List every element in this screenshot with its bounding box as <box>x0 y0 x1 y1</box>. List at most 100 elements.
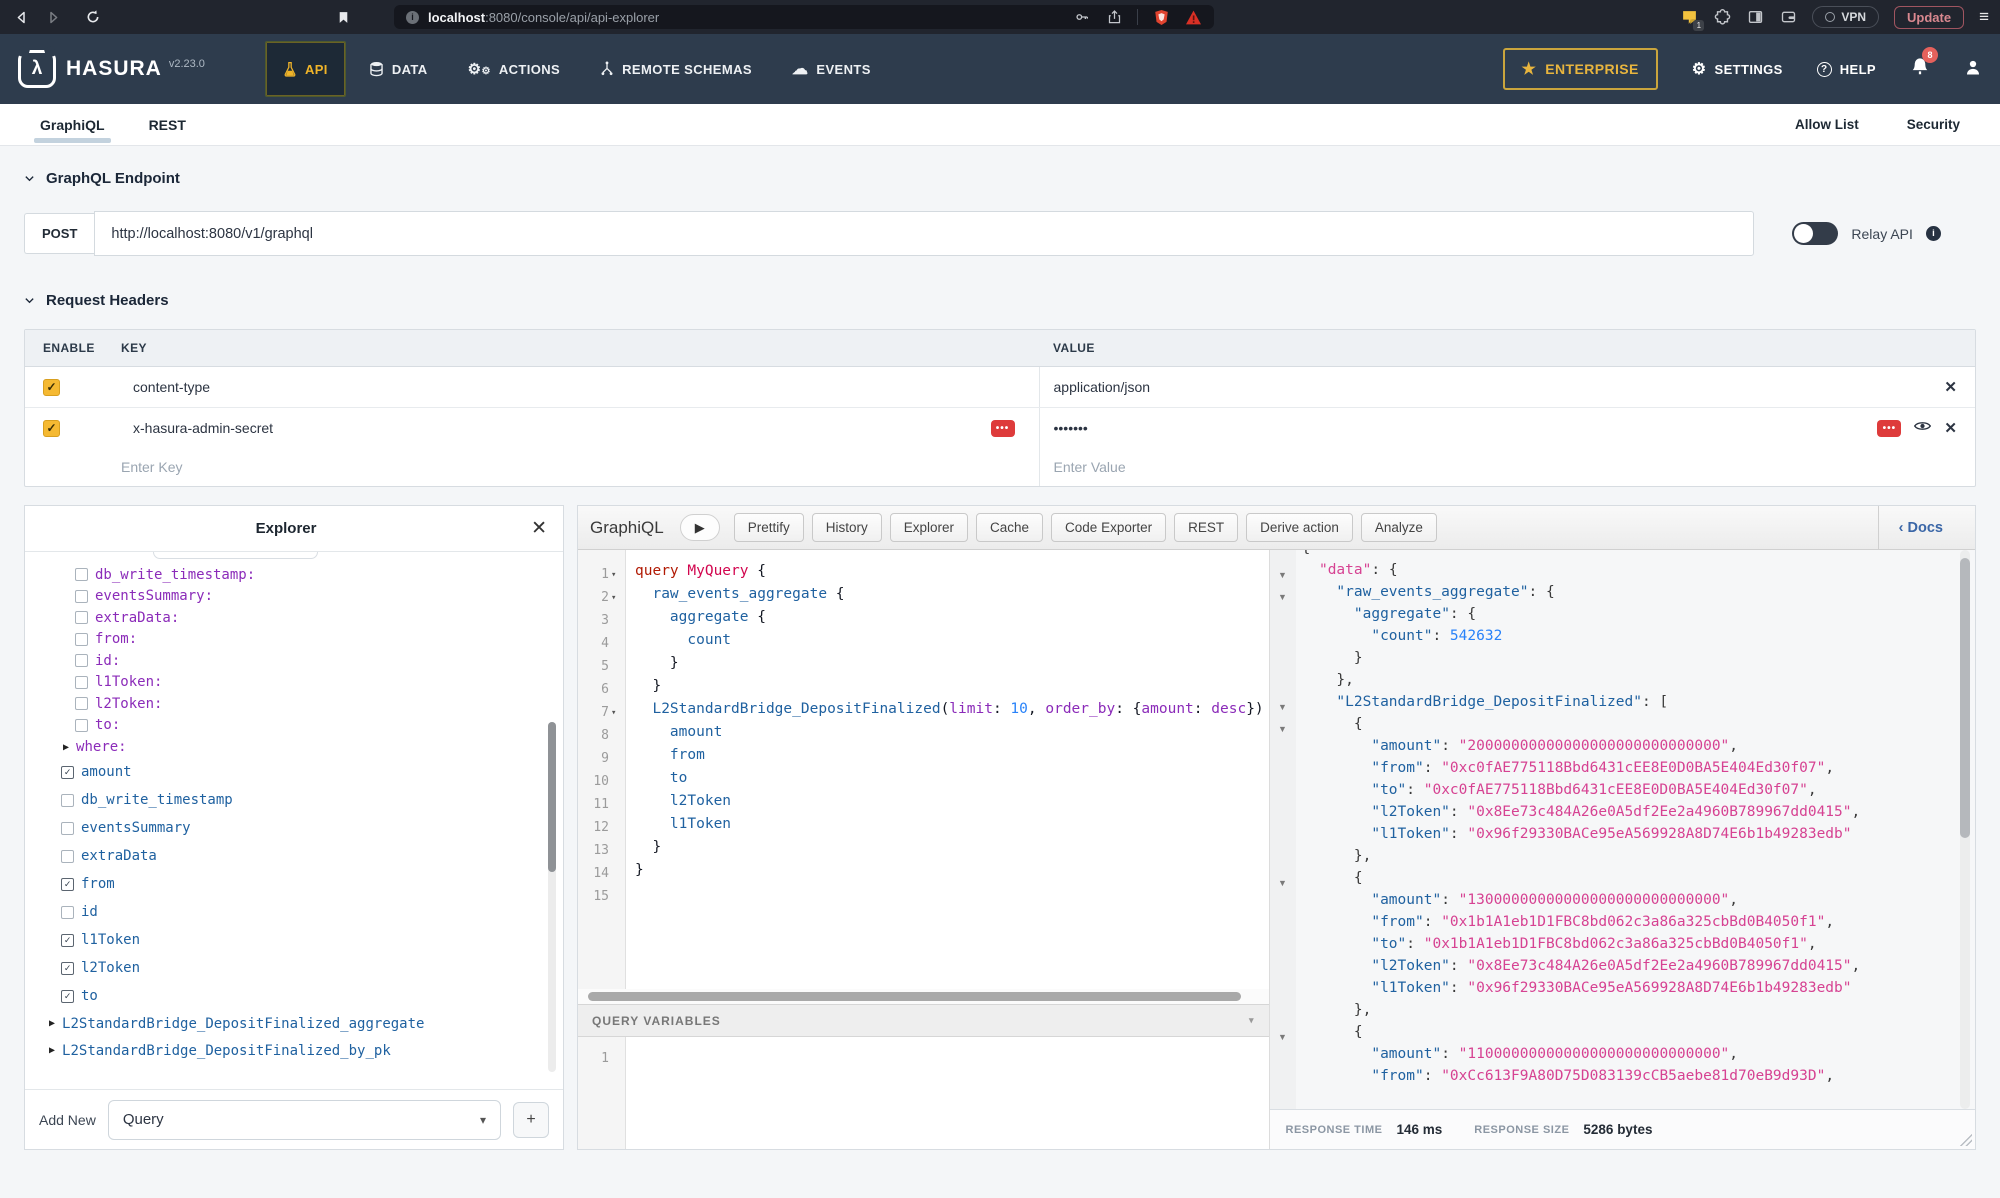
explorer-field[interactable]: ✓from <box>39 870 563 898</box>
brave-shield-icon[interactable] <box>1152 8 1170 26</box>
allow-list-link[interactable]: Allow List <box>1795 117 1859 132</box>
explorer-argument[interactable]: l1Token: <box>39 672 563 694</box>
checkbox-icon[interactable] <box>75 590 88 603</box>
header-value-input[interactable]: ••••••• <box>1054 420 1088 436</box>
header-value-input[interactable]: application/json <box>1054 379 1151 395</box>
header-enabled-checkbox[interactable]: ✓ <box>43 379 60 396</box>
explorer-field[interactable]: eventsSummary <box>39 814 563 842</box>
explorer-field[interactable]: id <box>39 898 563 926</box>
fold-icon[interactable]: ▼ <box>1270 1026 1296 1048</box>
query-editor[interactable]: 1▾2▾3 4 5 6 7▾8 9 10 11 12 13 14 15 quer… <box>578 550 1269 989</box>
back-icon[interactable] <box>12 8 30 26</box>
toolbar-button-rest[interactable]: REST <box>1174 513 1238 542</box>
hasura-logo[interactable]: λ <box>18 50 56 88</box>
close-icon[interactable]: ✕ <box>531 517 547 540</box>
remove-header-icon[interactable]: ✕ <box>1944 419 1957 437</box>
nav-tab-events[interactable]: ☁ EVENTS <box>775 34 888 104</box>
checkbox-icon[interactable]: ✓ <box>61 990 74 1003</box>
toolbar-button-history[interactable]: History <box>812 513 882 542</box>
explorer-argument-where[interactable]: ▶where: <box>39 736 563 758</box>
nav-tab-api[interactable]: API <box>265 41 346 97</box>
explorer-field[interactable]: ✓l2Token <box>39 954 563 982</box>
security-link[interactable]: Security <box>1907 117 1960 132</box>
checkbox-icon[interactable]: ✓ <box>61 878 74 891</box>
wallet-icon[interactable] <box>1779 8 1797 26</box>
checkbox-icon[interactable] <box>75 654 88 667</box>
notifications-button[interactable]: 8 <box>1910 56 1930 82</box>
toolbar-button-derive-action[interactable]: Derive action <box>1246 513 1353 542</box>
add-operation-button[interactable]: + <box>513 1102 549 1138</box>
nav-tab-data[interactable]: DATA <box>352 34 445 104</box>
checkbox-icon[interactable] <box>75 719 88 732</box>
fold-icon[interactable]: ▾ <box>611 593 621 603</box>
explorer-argument[interactable]: extraData: <box>39 607 563 629</box>
explorer-argument[interactable]: to: <box>39 715 563 737</box>
explorer-field[interactable]: ✓to <box>39 982 563 1010</box>
header-key-input[interactable]: Enter Key <box>121 459 182 475</box>
fold-icon[interactable]: ▼ <box>1270 718 1296 740</box>
sidebar-icon[interactable] <box>1746 8 1764 26</box>
fold-icon[interactable]: ▾ <box>611 708 621 718</box>
toolbar-button-cache[interactable]: Cache <box>976 513 1043 542</box>
checkbox-icon[interactable]: ✓ <box>61 766 74 779</box>
fold-icon[interactable]: ▼ <box>1270 586 1296 608</box>
checkbox-icon[interactable] <box>75 568 88 581</box>
fold-icon[interactable]: ▼ <box>1270 564 1296 586</box>
explorer-argument[interactable]: eventsSummary: <box>39 586 563 608</box>
query-variables-editor[interactable]: 1 <box>578 1037 1269 1149</box>
header-key-input[interactable]: x-hasura-admin-secret <box>133 420 273 436</box>
graphql-endpoint-input[interactable]: http://localhost:8080/v1/graphql <box>94 211 1754 256</box>
explorer-argument[interactable]: db_write_timestamp: <box>39 564 563 586</box>
response-viewer[interactable]: { "data": { "raw_events_aggregate": { "a… <box>1296 550 1976 1109</box>
toolbar-button-code-exporter[interactable]: Code Exporter <box>1051 513 1166 542</box>
explorer-field[interactable]: ✓l1Token <box>39 926 563 954</box>
vpn-button[interactable]: VPN <box>1812 6 1879 28</box>
bookmark-icon[interactable] <box>334 8 352 26</box>
fold-icon[interactable]: ▾ <box>611 570 621 580</box>
explorer-field[interactable]: db_write_timestamp <box>39 786 563 814</box>
toolbar-button-prettify[interactable]: Prettify <box>734 513 804 542</box>
operation-type-select[interactable]: Query ▾ <box>108 1100 501 1140</box>
checkbox-icon[interactable] <box>75 611 88 624</box>
settings-button[interactable]: ⚙ SETTINGS <box>1692 59 1783 79</box>
explorer-collapsed-field[interactable]: ▶L2StandardBridge_DepositFinalized_aggre… <box>39 1010 563 1037</box>
menu-icon[interactable]: ≡ <box>1979 7 1988 27</box>
info-icon[interactable]: i <box>1926 226 1941 241</box>
checkbox-icon[interactable] <box>61 822 74 835</box>
toolbar-button-explorer[interactable]: Explorer <box>890 513 968 542</box>
docs-button[interactable]: ‹ Docs <box>1878 506 1963 549</box>
header-value-input[interactable]: Enter Value <box>1054 459 1126 475</box>
profile-button[interactable] <box>1964 58 1982 81</box>
notes-extension-icon[interactable]: 1 <box>1680 8 1698 26</box>
extensions-icon[interactable] <box>1713 8 1731 26</box>
resize-handle[interactable]: ▾ <box>1249 1015 1255 1026</box>
checkbox-icon[interactable] <box>75 697 88 710</box>
explorer-argument[interactable]: id: <box>39 650 563 672</box>
checkbox-icon[interactable]: ✓ <box>61 934 74 947</box>
fold-icon[interactable]: ▼ <box>1270 696 1296 718</box>
key-icon[interactable] <box>1073 8 1091 26</box>
forward-icon[interactable] <box>44 8 62 26</box>
resize-corner[interactable] <box>1960 1134 1972 1146</box>
request-headers-section-header[interactable]: Request Headers <box>24 292 1976 309</box>
explorer-field[interactable]: extraData <box>39 842 563 870</box>
checkbox-icon[interactable]: ✓ <box>61 962 74 975</box>
explorer-argument[interactable]: l2Token: <box>39 693 563 715</box>
update-button[interactable]: Update <box>1894 6 1964 29</box>
execute-query-button[interactable]: ▶ <box>680 514 720 541</box>
response-scrollbar-thumb[interactable] <box>1960 558 1970 838</box>
checkbox-icon[interactable] <box>75 633 88 646</box>
address-bar[interactable]: i localhost:8080/console/api/api-explore… <box>394 5 1214 29</box>
horizontal-scrollbar[interactable] <box>578 989 1269 1004</box>
nav-tab-remote-schemas[interactable]: REMOTE SCHEMAS <box>583 34 769 104</box>
tab-graphiql[interactable]: GraphiQL <box>40 104 105 145</box>
explorer-field[interactable]: ✓amount <box>39 758 563 786</box>
header-enabled-checkbox[interactable]: ✓ <box>43 420 60 437</box>
checkbox-icon[interactable] <box>61 794 74 807</box>
reload-icon[interactable] <box>84 8 102 26</box>
warning-triangle-icon[interactable] <box>1184 8 1202 26</box>
explorer-collapsed-field[interactable]: ▶L2StandardBridge_DepositFinalized_by_pk <box>39 1037 563 1064</box>
graphql-endpoint-section-header[interactable]: GraphQL Endpoint <box>24 170 1976 187</box>
relay-api-toggle[interactable] <box>1792 222 1838 245</box>
toolbar-button-analyze[interactable]: Analyze <box>1361 513 1437 542</box>
